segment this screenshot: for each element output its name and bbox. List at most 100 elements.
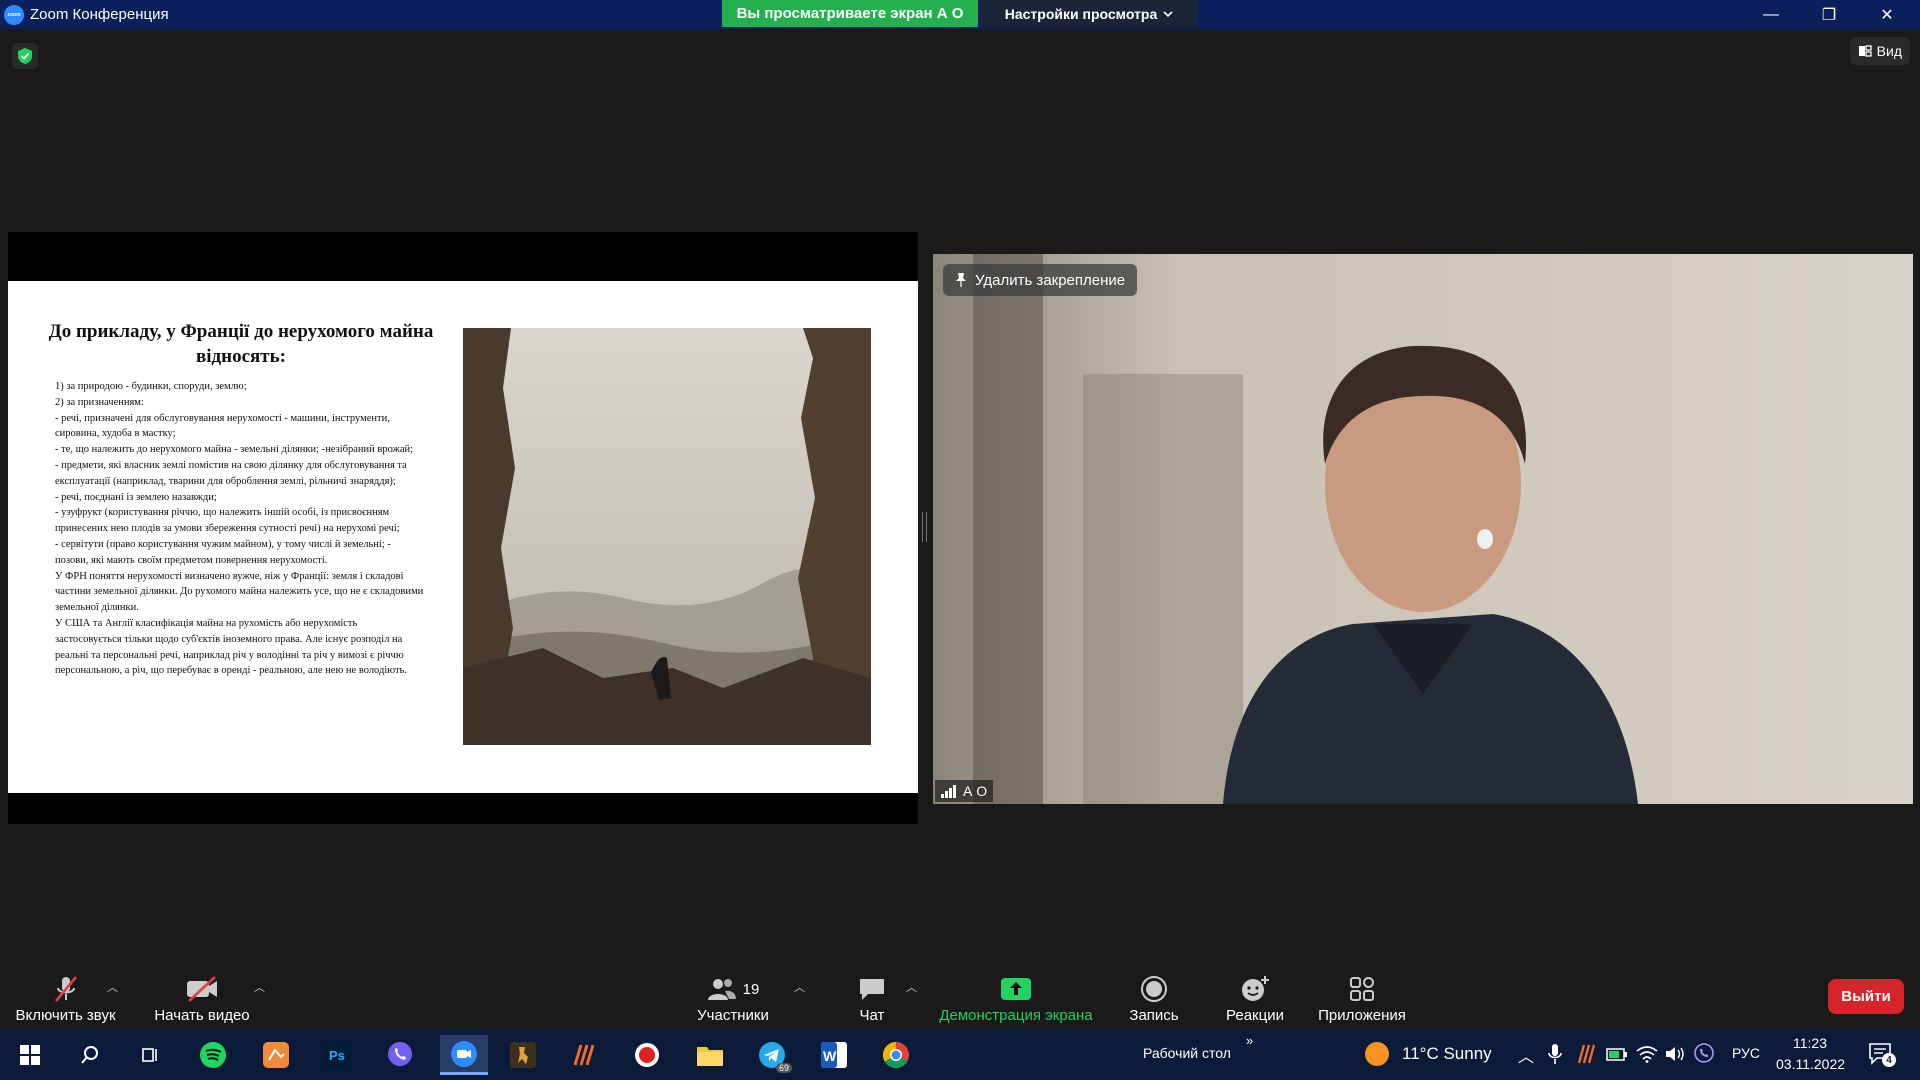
folder-icon xyxy=(697,1047,723,1066)
chrome-icon xyxy=(882,1041,909,1069)
unpin-label: Удалить закрепление xyxy=(975,271,1126,289)
slide-line: - предмети, які власник землі помістив н… xyxy=(55,459,407,487)
svg-text:W: W xyxy=(823,1048,837,1064)
chevron-down-icon xyxy=(1163,10,1173,17)
slide-line: У ФРН поняття нерухомості визначено вужч… xyxy=(55,570,424,614)
spotify-app[interactable] xyxy=(193,1035,233,1075)
restore-icon: ❐ xyxy=(1821,6,1837,24)
media-tray-icon[interactable] xyxy=(1576,1043,1598,1065)
wifi-icon[interactable] xyxy=(1636,1045,1658,1063)
slide-line: - речі, поєднані із землею назавжди; xyxy=(55,491,217,503)
reaction-smile-icon xyxy=(1242,976,1269,1001)
winamp-app[interactable] xyxy=(565,1035,605,1075)
signal-strength-icon xyxy=(941,785,956,798)
participants-count: 19 xyxy=(742,980,760,998)
security-shield-icon[interactable] xyxy=(12,43,38,69)
shared-screen[interactable]: До прикладу, у Франції до нерухомого май… xyxy=(8,232,918,824)
desktop-toolbar-chevron[interactable]: » xyxy=(1246,1033,1253,1048)
task-view-icon xyxy=(142,1048,157,1062)
participant-video-tile[interactable]: Удалить закрепление А О xyxy=(933,254,1913,804)
minimize-button[interactable]: — xyxy=(1742,0,1800,29)
media-player-icon xyxy=(573,1044,595,1066)
photoshop-icon: Ps xyxy=(325,1042,351,1068)
slide-line: - узуфрукт (користування річчю, що належ… xyxy=(55,507,400,535)
slide-line: 1) за природою - будинки, споруди, землю… xyxy=(55,381,247,392)
weather-sun-icon[interactable] xyxy=(1365,1042,1389,1066)
start-button[interactable] xyxy=(10,1035,50,1075)
restore-button[interactable]: ❐ xyxy=(1800,0,1858,29)
slides-app[interactable] xyxy=(256,1035,296,1075)
microphone-tray-icon[interactable] xyxy=(1548,1043,1562,1065)
desktop-toolbar-label[interactable]: Рабочий стол xyxy=(1143,1045,1231,1061)
apps-icon xyxy=(1350,977,1374,1001)
presentation-app-icon xyxy=(263,1042,289,1068)
start-video-button[interactable]: Начать видео xyxy=(150,969,254,1029)
chat-options-caret[interactable]: ︿ xyxy=(906,979,917,995)
word-app[interactable]: W xyxy=(814,1035,854,1075)
clock-time[interactable]: 11:23 xyxy=(1793,1035,1827,1051)
presentation-slide: До прикладу, у Франції до нерухомого май… xyxy=(8,281,918,793)
record-app-icon xyxy=(635,1043,659,1067)
notification-count-badge: 4 xyxy=(1882,1053,1896,1067)
slide-title: До прикладу, у Франції до нерухомого май… xyxy=(48,321,434,367)
leave-meeting-button[interactable]: Выйти xyxy=(1828,979,1904,1014)
audio-options-caret[interactable]: ︿ xyxy=(107,979,118,995)
screen-share-banner: Вы просматриваете экран А О xyxy=(722,0,978,27)
svg-text:Ps: Ps xyxy=(329,1048,345,1063)
share-screen-icon xyxy=(1001,978,1031,1000)
participant-name-tag: А О xyxy=(935,780,994,802)
photoshop-app[interactable]: Ps xyxy=(318,1035,358,1075)
reactions-label: Реакции xyxy=(1226,1007,1284,1024)
record-label: Запись xyxy=(1129,1007,1179,1024)
chrome-app[interactable] xyxy=(876,1035,916,1075)
chat-button[interactable]: Чат xyxy=(852,969,892,1029)
video-options-caret[interactable]: ︿ xyxy=(254,979,265,995)
record-icon xyxy=(1141,976,1167,1002)
slide-line: - те, що належить до нерухомого майна - … xyxy=(55,444,414,456)
participants-label: Участники xyxy=(697,1007,769,1024)
unmute-button[interactable]: Включить звук xyxy=(8,969,123,1029)
viber-icon xyxy=(388,1042,412,1066)
zoom-app[interactable] xyxy=(440,1035,488,1075)
viber-app[interactable] xyxy=(380,1035,420,1075)
game-icon xyxy=(510,1042,536,1068)
view-options-button[interactable]: Настройки просмотра xyxy=(980,0,1198,27)
clock-date[interactable]: 03.11.2022 xyxy=(1776,1056,1845,1072)
input-language[interactable]: РУС xyxy=(1732,1045,1760,1061)
window-title: Zoom Конференция xyxy=(30,6,169,23)
close-button[interactable]: ✕ xyxy=(1858,0,1916,29)
slide-line: - речі, призначені для обслуговування не… xyxy=(55,412,390,440)
record-button[interactable]: Запись xyxy=(1122,969,1186,1029)
apps-button[interactable]: Приложения xyxy=(1314,969,1410,1029)
slide-body: 1) за природою - будинки, споруди, землю… xyxy=(55,379,425,679)
task-view-button[interactable] xyxy=(130,1035,170,1075)
zoom-logo-icon: zoom xyxy=(4,4,24,25)
panel-resize-handle[interactable] xyxy=(922,512,927,542)
share-screen-label: Демонстрация экрана xyxy=(939,1007,1093,1024)
slide-line: 2) за призначенням: xyxy=(55,396,144,408)
notification-center-button[interactable]: 4 xyxy=(1868,1041,1896,1070)
participants-button[interactable]: 19 Участники xyxy=(690,969,776,1029)
zoom-app-icon xyxy=(451,1040,477,1067)
battery-icon[interactable] xyxy=(1606,1045,1628,1063)
file-explorer-app[interactable] xyxy=(690,1035,730,1075)
participant-name: А О xyxy=(963,783,988,799)
search-button[interactable] xyxy=(70,1035,110,1075)
unpin-button[interactable]: Удалить закрепление xyxy=(943,264,1138,296)
start-video-label: Начать видео xyxy=(154,1007,250,1024)
share-screen-button[interactable]: Демонстрация экрана xyxy=(936,969,1096,1029)
reactions-button[interactable]: Реакции xyxy=(1220,969,1290,1029)
participants-options-caret[interactable]: ︿ xyxy=(794,979,805,995)
show-hidden-icons-caret[interactable]: ︿ xyxy=(1518,1043,1534,1067)
participants-icon xyxy=(707,979,736,1000)
view-button[interactable]: Вид xyxy=(1849,37,1910,65)
pin-icon xyxy=(956,273,966,287)
viber-tray-icon[interactable] xyxy=(1694,1043,1714,1063)
volume-icon[interactable] xyxy=(1664,1045,1686,1063)
camera-off-icon xyxy=(187,976,217,1002)
recorder-app[interactable] xyxy=(627,1035,667,1075)
microphone-muted-icon xyxy=(54,976,77,1002)
weather-text[interactable]: 11°C Sunny xyxy=(1402,1044,1492,1064)
cs-game-app[interactable] xyxy=(503,1035,543,1075)
telegram-app[interactable]: 69 xyxy=(752,1035,792,1075)
